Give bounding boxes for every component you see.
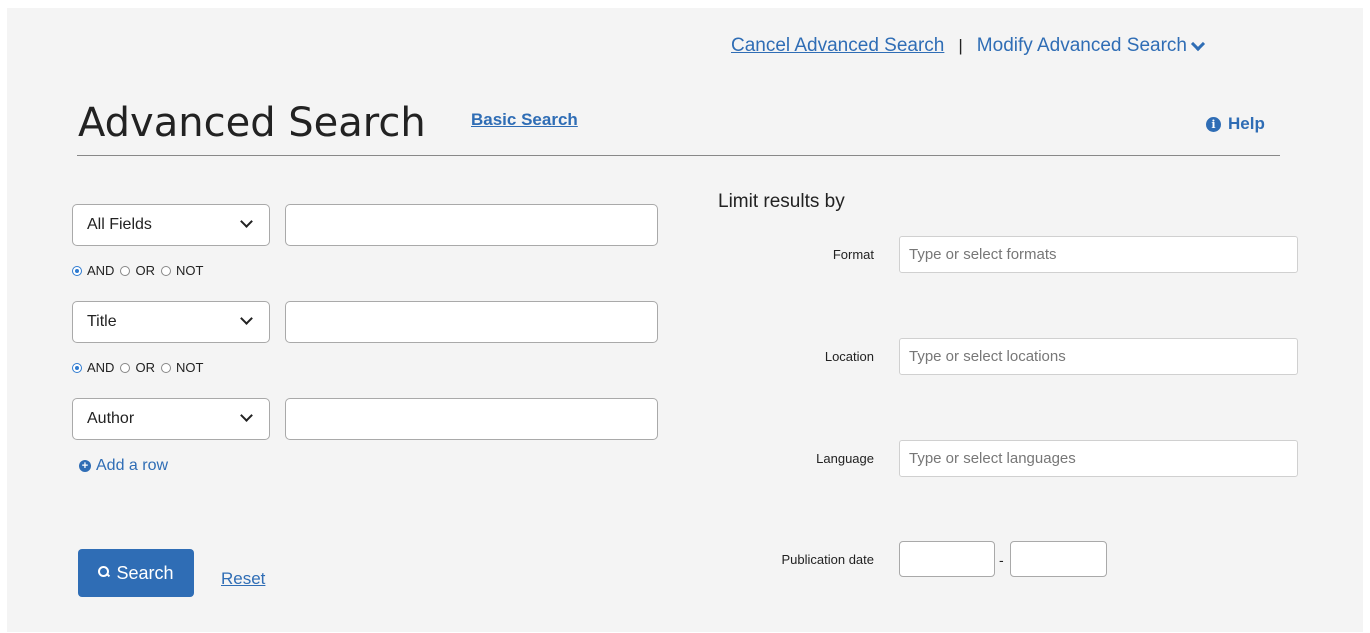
field-select-1-value: All Fields xyxy=(87,216,152,233)
field-select-3-value: Author xyxy=(87,410,135,427)
radio-and-label: AND xyxy=(87,263,115,278)
boolean-operator-2: AND OR NOT xyxy=(72,360,209,375)
help-link[interactable]: i Help xyxy=(1206,114,1265,134)
location-label: Location xyxy=(824,349,874,364)
radio-and-2[interactable] xyxy=(72,362,82,373)
basic-search-link[interactable]: Basic Search xyxy=(471,110,578,130)
format-input[interactable]: Type or select formats xyxy=(899,236,1298,273)
link-separator: | xyxy=(958,36,963,55)
cancel-advanced-search-link[interactable]: Cancel Advanced Search xyxy=(731,35,944,57)
add-row-label: Add a row xyxy=(96,457,169,474)
location-input[interactable]: Type or select locations xyxy=(899,338,1298,375)
plus-circle-icon: + xyxy=(79,460,91,472)
radio-or-2[interactable] xyxy=(120,362,131,373)
format-label: Format xyxy=(832,247,874,262)
search-icon xyxy=(98,566,110,578)
radio-or-label: OR xyxy=(135,360,155,375)
radio-and-1[interactable] xyxy=(72,265,82,276)
publication-date-to-input[interactable] xyxy=(1010,541,1107,577)
header-divider xyxy=(77,155,1280,156)
chevron-down-icon xyxy=(1190,36,1206,52)
info-icon: i xyxy=(1206,116,1221,132)
publication-date-label: Publication date xyxy=(781,552,874,567)
publication-date-from-input[interactable] xyxy=(899,541,995,577)
page-title: Advanced Search xyxy=(78,100,426,146)
search-term-input-2[interactable] xyxy=(285,301,658,343)
language-label: Language xyxy=(816,451,874,466)
date-range-separator: - xyxy=(999,552,1004,568)
chevron-down-icon xyxy=(240,312,253,325)
field-select-2-value: Title xyxy=(87,313,117,330)
radio-not-2[interactable] xyxy=(160,362,171,373)
search-term-input-1[interactable] xyxy=(285,204,658,246)
chevron-down-icon xyxy=(240,215,253,228)
radio-or-1[interactable] xyxy=(120,265,131,276)
reset-link[interactable]: Reset xyxy=(221,569,265,589)
search-button[interactable]: Search xyxy=(78,549,194,597)
language-input[interactable]: Type or select languages xyxy=(899,440,1298,477)
radio-not-label: NOT xyxy=(175,360,204,375)
modify-advanced-search-link[interactable]: Modify Advanced Search xyxy=(976,35,1206,57)
boolean-operator-1: AND OR NOT xyxy=(72,263,209,278)
radio-not-1[interactable] xyxy=(160,265,171,276)
chevron-down-icon xyxy=(240,409,253,422)
radio-not-label: NOT xyxy=(175,263,204,278)
limit-results-heading: Limit results by xyxy=(718,191,845,212)
radio-and-label: AND xyxy=(87,360,115,375)
modify-advanced-search-label: Modify Advanced Search xyxy=(976,35,1187,56)
field-select-1[interactable]: All Fields xyxy=(72,204,270,246)
field-select-3[interactable]: Author xyxy=(72,398,270,440)
field-select-2[interactable]: Title xyxy=(72,301,270,343)
top-links: Cancel Advanced Search | Modify Advanced… xyxy=(731,35,1206,57)
help-label: Help xyxy=(1228,114,1265,133)
radio-or-label: OR xyxy=(135,263,155,278)
add-row-link[interactable]: + Add a row xyxy=(79,457,168,475)
search-button-label: Search xyxy=(116,562,174,583)
search-term-input-3[interactable] xyxy=(285,398,658,440)
